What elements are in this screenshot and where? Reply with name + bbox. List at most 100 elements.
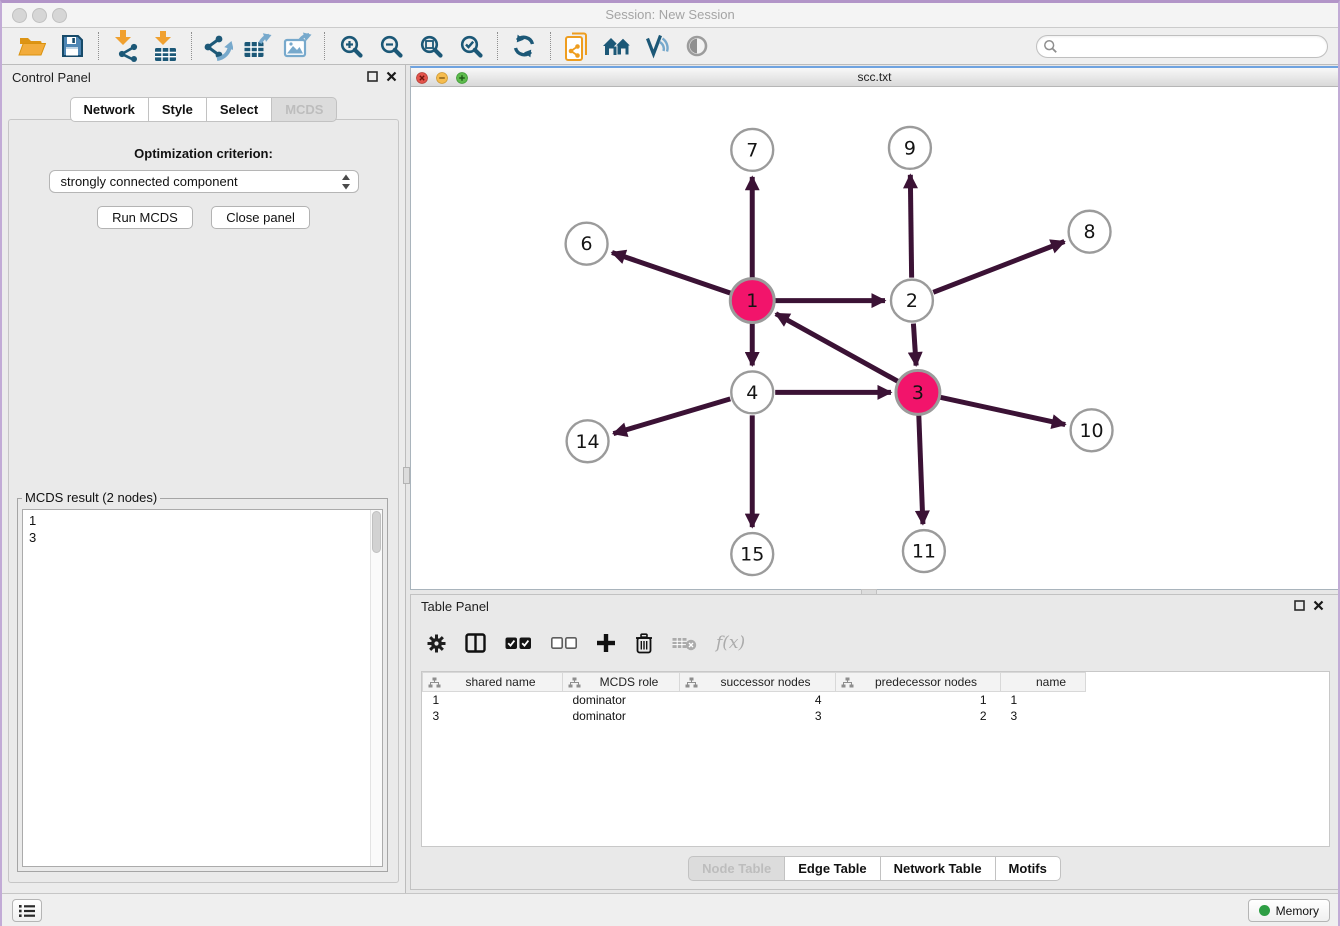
table-tab-network-table[interactable]: Network Table xyxy=(881,856,996,881)
zoom-selected-button[interactable] xyxy=(451,29,491,63)
graph-edge-2-9[interactable] xyxy=(910,175,911,278)
apply-layout-button[interactable] xyxy=(504,29,544,63)
run-mcds-button[interactable]: Run MCDS xyxy=(97,206,193,229)
graph-edge-2-3[interactable] xyxy=(913,324,916,366)
column-header-predecessor-nodes[interactable]: predecessor nodes xyxy=(836,673,1001,692)
table-cell[interactable]: 1 xyxy=(423,692,563,708)
delete-table-button[interactable] xyxy=(672,635,697,651)
table-settings-button[interactable] xyxy=(427,634,446,653)
window-title: Session: New Session xyxy=(2,7,1338,22)
memory-label: Memory xyxy=(1276,904,1319,918)
import-table-button[interactable] xyxy=(145,29,185,63)
clone-network-button[interactable] xyxy=(557,29,597,63)
mcds-result-text: 1 3 xyxy=(23,510,369,866)
graph-edge-2-8[interactable] xyxy=(933,241,1064,292)
graphics-details-button[interactable] xyxy=(637,29,677,63)
float-panel-icon[interactable] xyxy=(367,71,378,82)
table-cell[interactable]: 3 xyxy=(423,708,563,724)
float-table-panel-icon[interactable] xyxy=(1294,600,1305,611)
toolbar-separator xyxy=(550,32,551,60)
right-column: scc.txt 7968124314101511 xyxy=(406,65,1338,893)
graph-edge-3-1[interactable] xyxy=(776,314,898,382)
table-tab-edge-table[interactable]: Edge Table xyxy=(785,856,880,881)
table-body: 1dominator4113dominator323 xyxy=(423,692,1086,724)
export-network-button[interactable] xyxy=(198,29,238,63)
network-graph[interactable]: 7968124314101511 xyxy=(411,89,1338,589)
gear-icon xyxy=(427,634,446,653)
graph-node-label-14: 14 xyxy=(576,431,600,453)
attribute-tree-icon xyxy=(428,677,441,689)
hide-panels-button[interactable] xyxy=(677,29,717,63)
tab-style[interactable]: Style xyxy=(149,97,207,122)
network-window: scc.txt 7968124314101511 xyxy=(410,66,1339,590)
export-image-button[interactable] xyxy=(278,29,318,63)
close-panel-button[interactable]: Close panel xyxy=(211,206,310,229)
table-tab-motifs[interactable]: Motifs xyxy=(996,856,1061,881)
tab-mcds[interactable]: MCDS xyxy=(272,97,337,122)
select-all-columns-button[interactable] xyxy=(505,637,532,650)
create-column-button[interactable] xyxy=(596,633,616,653)
graph-node-label-6: 6 xyxy=(581,233,593,255)
table-cell[interactable]: 3 xyxy=(680,708,836,724)
table-panel-title: Table Panel xyxy=(421,599,489,614)
export-table-icon xyxy=(243,31,273,61)
zoom-out-button[interactable] xyxy=(371,29,411,63)
table-cell[interactable]: 2 xyxy=(836,708,1001,724)
graph-node-label-9: 9 xyxy=(904,137,916,159)
import-network-button[interactable] xyxy=(105,29,145,63)
tab-select[interactable]: Select xyxy=(207,97,272,122)
table-tab-node-table[interactable]: Node Table xyxy=(688,856,785,881)
save-session-button[interactable] xyxy=(52,29,92,63)
app-window: Session: New Session xyxy=(0,0,1340,926)
home-icon xyxy=(601,34,633,58)
mcds-result-box[interactable]: 1 3 xyxy=(22,509,383,867)
table-cell[interactable]: 1 xyxy=(836,692,1001,708)
table-cell[interactable]: dominator xyxy=(563,708,680,724)
graph-node-label-1: 1 xyxy=(746,290,758,312)
network-canvas[interactable]: 7968124314101511 xyxy=(411,89,1338,589)
graph-edge-3-10[interactable] xyxy=(940,397,1065,424)
select-chevrons-icon xyxy=(341,173,351,191)
memory-button[interactable]: Memory xyxy=(1248,899,1330,922)
graph-edge-4-14[interactable] xyxy=(613,399,730,434)
vertical-divider-handle[interactable] xyxy=(403,467,410,484)
table-cell[interactable]: 4 xyxy=(680,692,836,708)
table-row[interactable]: 3dominator323 xyxy=(423,708,1086,724)
table-row[interactable]: 1dominator411 xyxy=(423,692,1086,708)
function-builder-button[interactable]: f(x) xyxy=(716,633,745,653)
delete-column-button[interactable] xyxy=(635,633,653,654)
result-scrollbar-thumb[interactable] xyxy=(372,511,381,553)
optimization-criterion-label: Optimization criterion: xyxy=(9,146,398,161)
graphics-details-icon xyxy=(644,33,670,59)
result-scrollbar-track[interactable] xyxy=(370,510,382,866)
export-table-button[interactable] xyxy=(238,29,278,63)
trash-icon xyxy=(635,633,653,654)
search-input[interactable] xyxy=(1036,35,1328,58)
tab-network[interactable]: Network xyxy=(70,97,149,122)
export-image-icon xyxy=(283,31,313,61)
table-cell[interactable]: 3 xyxy=(1001,708,1086,724)
column-header-mcds-role[interactable]: MCDS role xyxy=(563,673,680,692)
unselect-all-columns-button[interactable] xyxy=(551,637,577,649)
column-header-name[interactable]: name xyxy=(1001,673,1086,692)
close-table-panel-icon[interactable] xyxy=(1313,600,1324,611)
table-cell[interactable]: 1 xyxy=(1001,692,1086,708)
close-panel-icon[interactable] xyxy=(386,71,397,82)
control-panel-tabs: NetworkStyleSelectMCDS xyxy=(2,97,405,122)
graph-node-label-15: 15 xyxy=(740,544,764,566)
open-session-button[interactable] xyxy=(12,29,52,63)
graph-edge-3-11[interactable] xyxy=(919,415,923,524)
optimization-criterion-select[interactable]: strongly connected component xyxy=(49,170,359,193)
zoom-in-button[interactable] xyxy=(331,29,371,63)
column-header-successor-nodes[interactable]: successor nodes xyxy=(680,673,836,692)
home-button[interactable] xyxy=(597,29,637,63)
task-history-button[interactable] xyxy=(12,899,42,922)
zoom-fit-button[interactable] xyxy=(411,29,451,63)
column-header-shared-name[interactable]: shared name xyxy=(423,673,563,692)
graph-edge-1-6[interactable] xyxy=(612,252,730,293)
graph-node-label-11: 11 xyxy=(912,541,936,563)
table-cell[interactable]: dominator xyxy=(563,692,680,708)
main-toolbar xyxy=(2,28,1338,65)
show-column-panel-button[interactable] xyxy=(465,633,486,653)
mcds-result-title: MCDS result (2 nodes) xyxy=(22,490,160,505)
